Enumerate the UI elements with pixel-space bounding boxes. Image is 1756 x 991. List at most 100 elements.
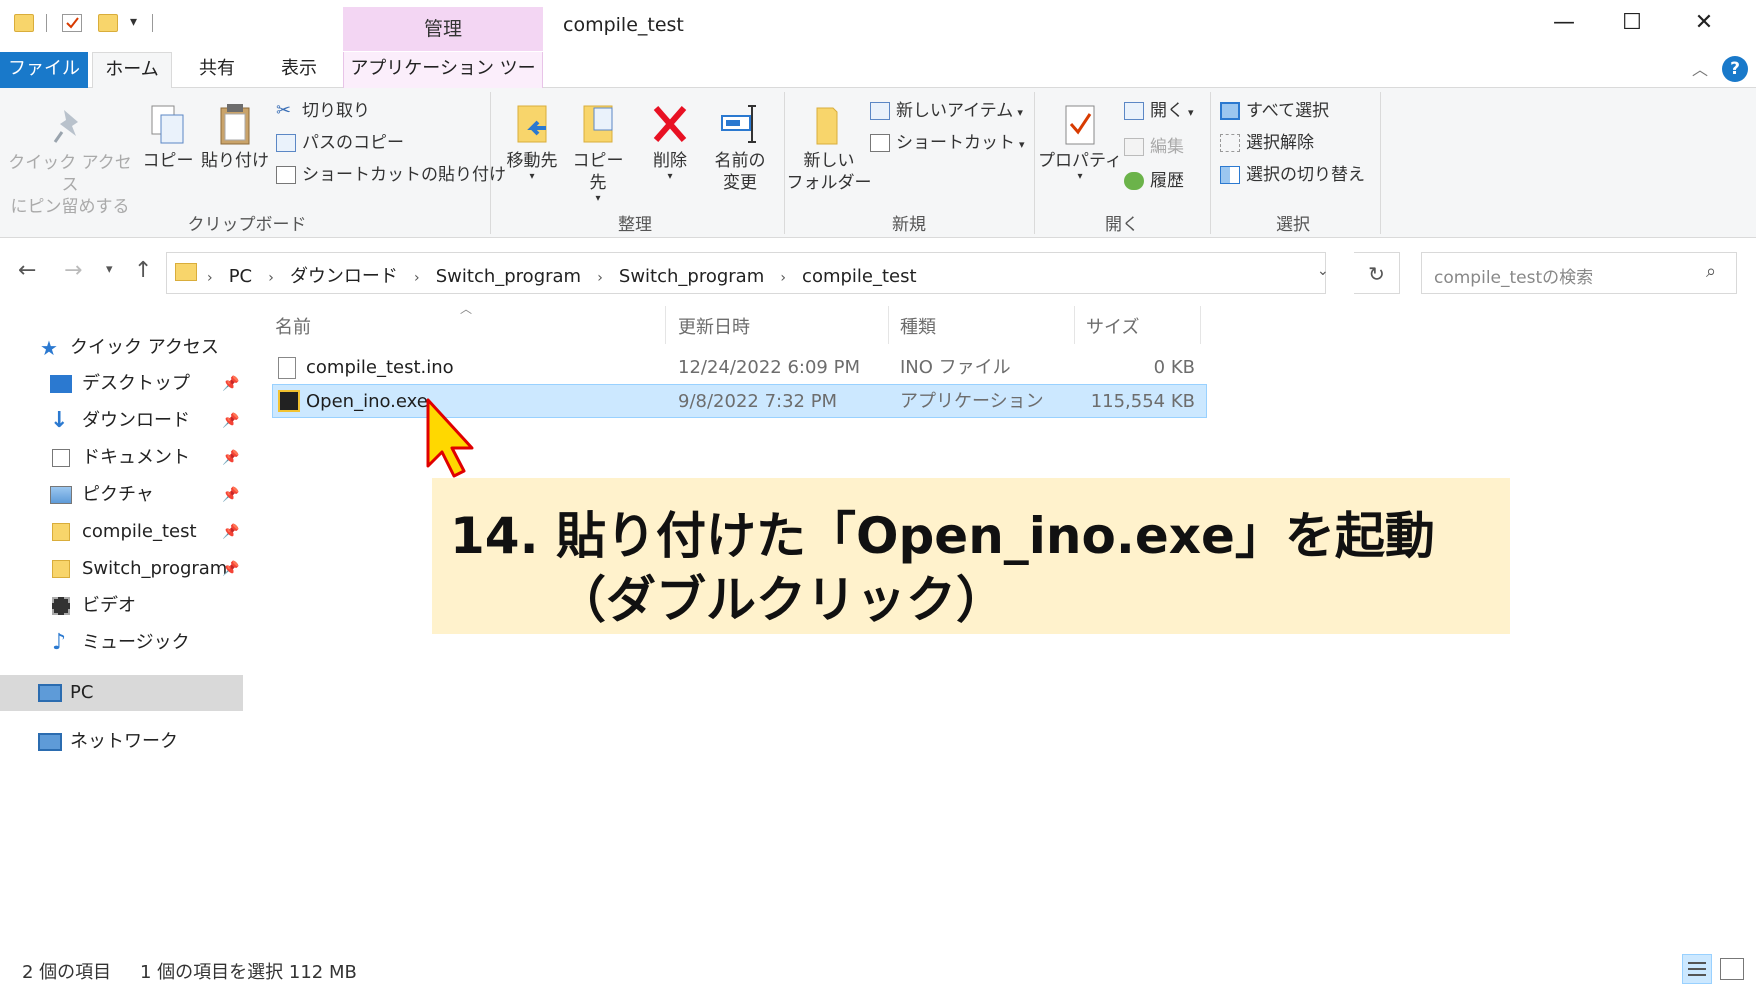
collapse-ribbon-icon[interactable]: ︿ [1692,56,1708,80]
open-button[interactable]: 開く ▾ [1124,98,1194,124]
customize-quick-access-icon[interactable]: ▾ [130,14,137,30]
paste-icon [200,102,270,150]
tab-application-tools[interactable]: アプリケーション ツール [343,52,543,113]
nav-item-pictures[interactable]: ピクチャ 📌 [0,477,243,513]
nav-quick-access[interactable]: ★ クイック アクセス [0,330,243,366]
ribbon-tabs: ファイル ホーム 共有 表示 アプリケーション ツール ︿ ? [0,52,1756,113]
cut-button[interactable]: ✂ 切り取り [276,98,370,124]
column-divider[interactable] [1074,306,1075,344]
breadcrumb-compile-test[interactable]: compile_test [802,266,917,287]
copy-button[interactable]: コピー [140,102,196,172]
group-label-open: 開く [1105,215,1139,235]
pin-icon: 📌 [222,450,240,466]
maximize-button[interactable]: ☐ [1602,6,1662,40]
tab-home[interactable]: ホーム [92,52,172,89]
new-folder-icon[interactable] [98,14,118,32]
select-none-button[interactable]: 選択解除 [1220,130,1314,156]
nav-item-music[interactable]: ♪ ミュージック [0,625,243,661]
recent-locations-button[interactable]: ▾ [106,262,113,277]
select-all-button[interactable]: すべて選択 [1220,98,1329,124]
refresh-button[interactable]: ↻ [1354,252,1400,294]
column-header-type[interactable]: 種類 [900,313,936,339]
breadcrumb-switch-program[interactable]: Switch_program [436,266,581,287]
breadcrumb-pc[interactable]: PC [229,266,252,287]
nav-item-pc[interactable]: PC [0,675,243,711]
delete-label: 削除 [653,151,687,171]
file-row[interactable]: compile_test.ino 12/24/2022 6:09 PM INO … [272,351,1207,385]
address-dropdown-icon[interactable]: ⌄ [1317,263,1329,279]
search-box[interactable]: compile_testの検索 ⌕ [1421,252,1737,294]
move-to-icon [500,102,564,150]
nav-item-switch-program[interactable]: Switch_program 📌 [0,551,243,587]
column-header-name[interactable]: 名前 [275,313,311,339]
group-label-organize: 整理 [618,215,652,235]
properties-button[interactable]: プロパティ ▾ [1036,102,1124,182]
paste-button[interactable]: 貼り付け [200,102,270,172]
up-button[interactable]: ↑ [134,258,152,283]
column-header-modified[interactable]: 更新日時 [678,313,750,339]
nav-item-documents[interactable]: ドキュメント 📌 [0,440,243,476]
document-icon [52,449,70,467]
nav-item-label: デスクトップ [82,373,190,394]
column-divider[interactable] [888,306,889,344]
breadcrumb-switch-program-sub[interactable]: Switch_program [619,266,764,287]
pin-icon: 📌 [222,376,240,392]
nav-item-compile-test[interactable]: compile_test 📌 [0,514,243,550]
properties-icon[interactable] [62,14,82,32]
breadcrumb-separator: › [780,270,786,286]
new-folder-button[interactable]: 新しい フォルダー [786,102,872,194]
column-divider[interactable] [665,306,666,344]
new-item-label: 新しいアイテム [896,101,1014,121]
tab-share[interactable]: 共有 [184,52,250,88]
folder-icon [52,560,70,578]
forward-button[interactable]: → [64,258,82,283]
copy-path-label: パスのコピー [302,133,404,153]
navigation-pane: ★ クイック アクセス デスクトップ 📌 ↓ ダウンロード 📌 ドキュメント 📌… [0,330,248,950]
group-divider [1380,92,1381,234]
file-name: Open_ino.exe [306,391,428,412]
edit-button[interactable]: 編集 [1124,134,1184,160]
invert-selection-button[interactable]: 選択の切り替え [1220,162,1365,188]
nav-item-label: ドキュメント [82,447,190,468]
ribbon: クイック アクセス にピン留めする コピー 貼り付け ✂ 切り取り パスのコピー … [0,88,1756,238]
shortcut-button[interactable]: ショートカット ▾ [870,130,1025,156]
shortcut-label: ショートカット [896,133,1015,153]
properties-dropdown-icon: ▾ [1077,171,1083,182]
minimize-button[interactable]: — [1534,6,1594,40]
nav-item-downloads[interactable]: ↓ ダウンロード 📌 [0,403,243,439]
shortcut-icon [870,134,890,152]
close-button[interactable]: ✕ [1674,6,1734,40]
nav-item-network[interactable]: ネットワーク [0,724,243,760]
breadcrumb-separator: › [414,270,420,286]
new-item-button[interactable]: 新しいアイテム ▾ [870,98,1023,124]
nav-item-desktop[interactable]: デスクトップ 📌 [0,366,243,402]
address-bar[interactable]: › PC › ダウンロード › Switch_program › Switch_… [166,252,1329,294]
file-row-selected[interactable]: Open_ino.exe 9/8/2022 7:32 PM アプリケーション 1… [272,384,1207,418]
folder-icon[interactable] [14,14,34,32]
nav-item-videos[interactable]: ビデオ [0,588,243,624]
title-bar: ▾ [0,0,1756,46]
column-divider[interactable] [1200,306,1201,344]
copy-to-button[interactable]: コピー先 ▾ [566,102,630,204]
search-icon[interactable]: ⌕ [1706,261,1716,282]
large-icons-view-icon[interactable] [1720,958,1744,980]
history-button[interactable]: 履歴 [1124,168,1184,194]
copy-path-button[interactable]: パスのコピー [276,130,404,156]
tab-view[interactable]: 表示 [266,52,332,88]
pin-quick-access-button[interactable]: クイック アクセス にピン留めする [8,106,132,218]
cut-label: 切り取り [302,101,370,121]
tab-file[interactable]: ファイル [0,52,88,88]
breadcrumb-downloads[interactable]: ダウンロード [290,266,398,287]
paste-shortcut-button[interactable]: ショートカットの貼り付け [276,162,506,188]
select-all-label: すべて選択 [1246,101,1330,121]
back-button[interactable]: ← [18,258,36,283]
details-view-icon[interactable] [1682,954,1712,984]
delete-button[interactable]: 削除 ▾ [640,102,700,182]
help-icon[interactable]: ? [1722,56,1748,82]
search-input[interactable]: compile_testの検索 [1434,263,1593,288]
rename-button[interactable]: 名前の 変更 [706,102,774,194]
network-icon [38,733,62,751]
move-to-button[interactable]: 移動先 ▾ [500,102,564,182]
new-item-icon [870,102,890,120]
column-header-size[interactable]: サイズ [1086,313,1139,339]
